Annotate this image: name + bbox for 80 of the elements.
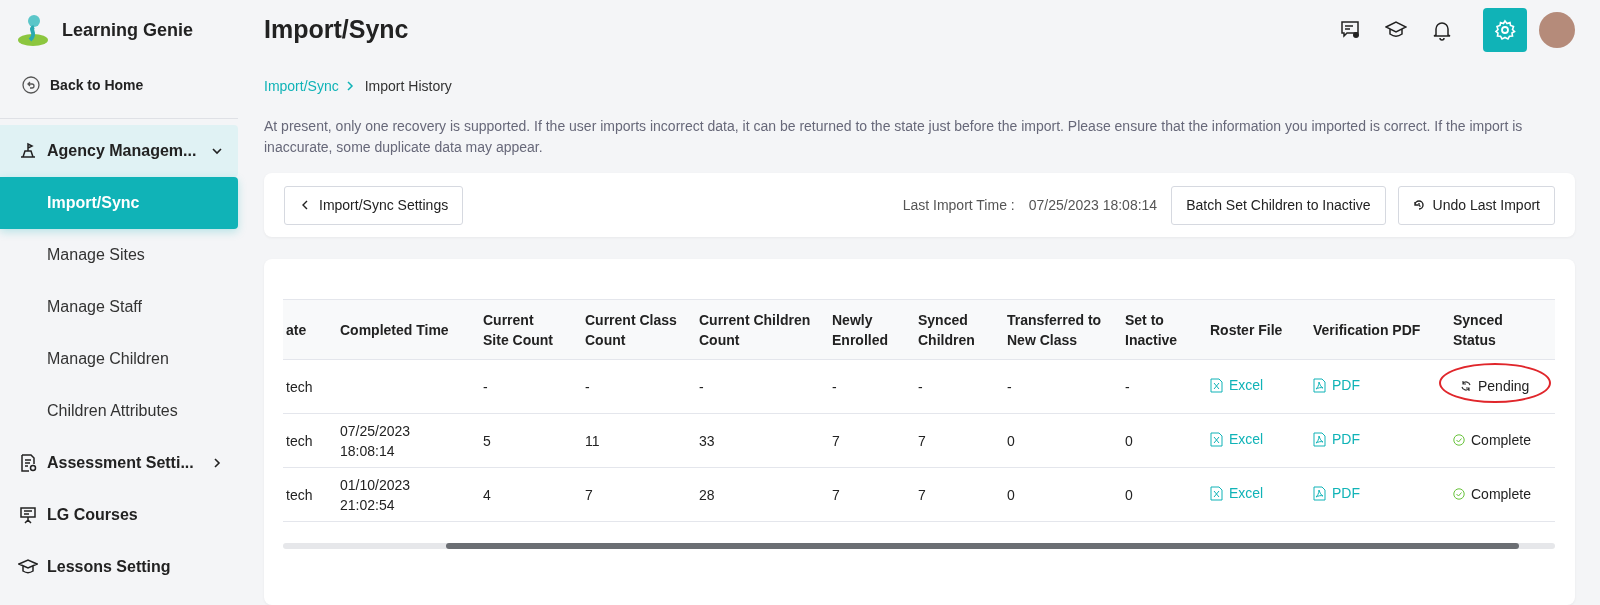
column-header: Verification PDF	[1313, 320, 1422, 340]
column-header: Synced Children	[918, 310, 976, 350]
column-header: ate	[286, 320, 308, 340]
table-cell-text: 4	[483, 485, 492, 505]
sidebar-item[interactable]: Assessment Setti...	[0, 437, 238, 489]
flag-icon	[18, 141, 38, 161]
sync-icon	[1460, 380, 1472, 392]
avatar[interactable]	[1539, 12, 1575, 48]
column-header: Synced Status	[1453, 310, 1504, 350]
table-cell-text: 7	[832, 485, 841, 505]
import-sync-settings-button[interactable]: Import/Sync Settings	[284, 185, 464, 225]
column-header: Completed Time	[340, 320, 450, 340]
sidebar-subitem[interactable]: Manage Sites	[0, 229, 238, 281]
table-cell-text: -	[918, 377, 924, 397]
status-text: Complete	[1471, 485, 1531, 504]
pdf-file-icon	[1313, 377, 1326, 393]
settings-icon	[1494, 19, 1516, 41]
sidebar-subitem[interactable]: Manage Staff	[0, 281, 238, 333]
document-gear-icon	[18, 453, 38, 473]
table-cell-text: 7	[832, 431, 841, 451]
sidebar-item[interactable]: Lessons Setting	[0, 541, 238, 593]
bell-icon[interactable]	[1431, 19, 1453, 41]
last-import-label: Last Import Time :	[902, 197, 1015, 213]
column-header: Current Class Count	[585, 310, 677, 350]
sidebar-subitem[interactable]: Manage Children	[0, 333, 238, 385]
check-circle-icon	[1453, 488, 1465, 500]
excel-file-icon	[1210, 377, 1223, 393]
table-cell-text: 11	[585, 431, 601, 451]
table-cell-text: tech	[286, 377, 314, 397]
undo-import-button[interactable]: Undo Last Import	[1397, 185, 1555, 225]
table-cell-text: -	[483, 377, 489, 397]
table-cell-text: 0	[1007, 431, 1016, 451]
notice-text: At present, only one recovery is supported. If the user imports incorrect data, it can be returned to the state just before the import. Please ensure that the information you imported is correct. If the import is inaccurate, some duplicate data may appear.	[264, 117, 1524, 157]
presentation-board-icon	[18, 505, 38, 525]
sidebar-subitem[interactable]: Children Attributes	[0, 385, 238, 437]
sidebar-item[interactable]: Agency Managem...	[0, 125, 238, 177]
back-to-home-link[interactable]: Back to Home	[50, 77, 144, 93]
check-circle-icon	[1453, 434, 1465, 446]
table-cell-text: -	[699, 377, 705, 397]
status-text: Pending	[1478, 377, 1530, 396]
table-cell-text: tech	[286, 485, 314, 505]
column-header: Newly Enrolled	[832, 310, 889, 350]
chevron-icon	[344, 81, 355, 91]
table-cell-text: 0	[1125, 431, 1134, 451]
table-cell-text: -	[1007, 377, 1013, 397]
excel-file-icon	[1210, 431, 1223, 447]
column-header: Roster File	[1210, 320, 1284, 340]
table-cell-text: 5	[483, 431, 492, 451]
table-cell-text: 28	[699, 485, 716, 505]
last-import-time: 07/25/2023 18:08:14	[1028, 197, 1158, 213]
table-cell-text: 7	[918, 485, 927, 505]
table-cell-text: 7	[918, 431, 927, 451]
breadcrumb-current: Import History	[364, 78, 452, 94]
sidebar-item[interactable]: LG Courses	[0, 489, 238, 541]
horizontal-scrollbar[interactable]	[283, 543, 1555, 549]
column-header: Current Site Count	[483, 310, 554, 350]
pdf-file-icon	[1313, 431, 1326, 447]
page-title: Import/Sync	[264, 14, 410, 44]
table-cell-text: 01/10/2023 21:02:54	[340, 475, 412, 515]
table-cell-text: tech	[286, 431, 314, 451]
settings-button[interactable]	[1483, 8, 1527, 52]
table-cell-text: -	[1125, 377, 1131, 397]
table-cell-text: 0	[1007, 485, 1016, 505]
table-cell-text: -	[585, 377, 591, 397]
table-cell-text: -	[832, 377, 838, 397]
table-cell-text: 07/25/2023 18:08:14	[340, 421, 412, 461]
excel-file-icon	[1210, 485, 1223, 501]
pdf-file-icon	[1313, 485, 1326, 501]
column-header: Current Children Count	[699, 310, 811, 350]
table-cell-text: 7	[585, 485, 594, 505]
chat-icon[interactable]	[1339, 19, 1361, 41]
app-name: Learning Genie	[62, 19, 194, 41]
back-icon[interactable]	[22, 76, 40, 94]
status-text: Complete	[1471, 431, 1531, 450]
table-cell-text: 0	[1125, 485, 1134, 505]
logo-icon	[16, 13, 50, 47]
undo-icon	[1412, 199, 1425, 211]
table-cell-text: 33	[699, 431, 716, 451]
column-header: Set to Inactive	[1125, 310, 1179, 350]
column-header: Transferred to New Class	[1007, 310, 1103, 350]
